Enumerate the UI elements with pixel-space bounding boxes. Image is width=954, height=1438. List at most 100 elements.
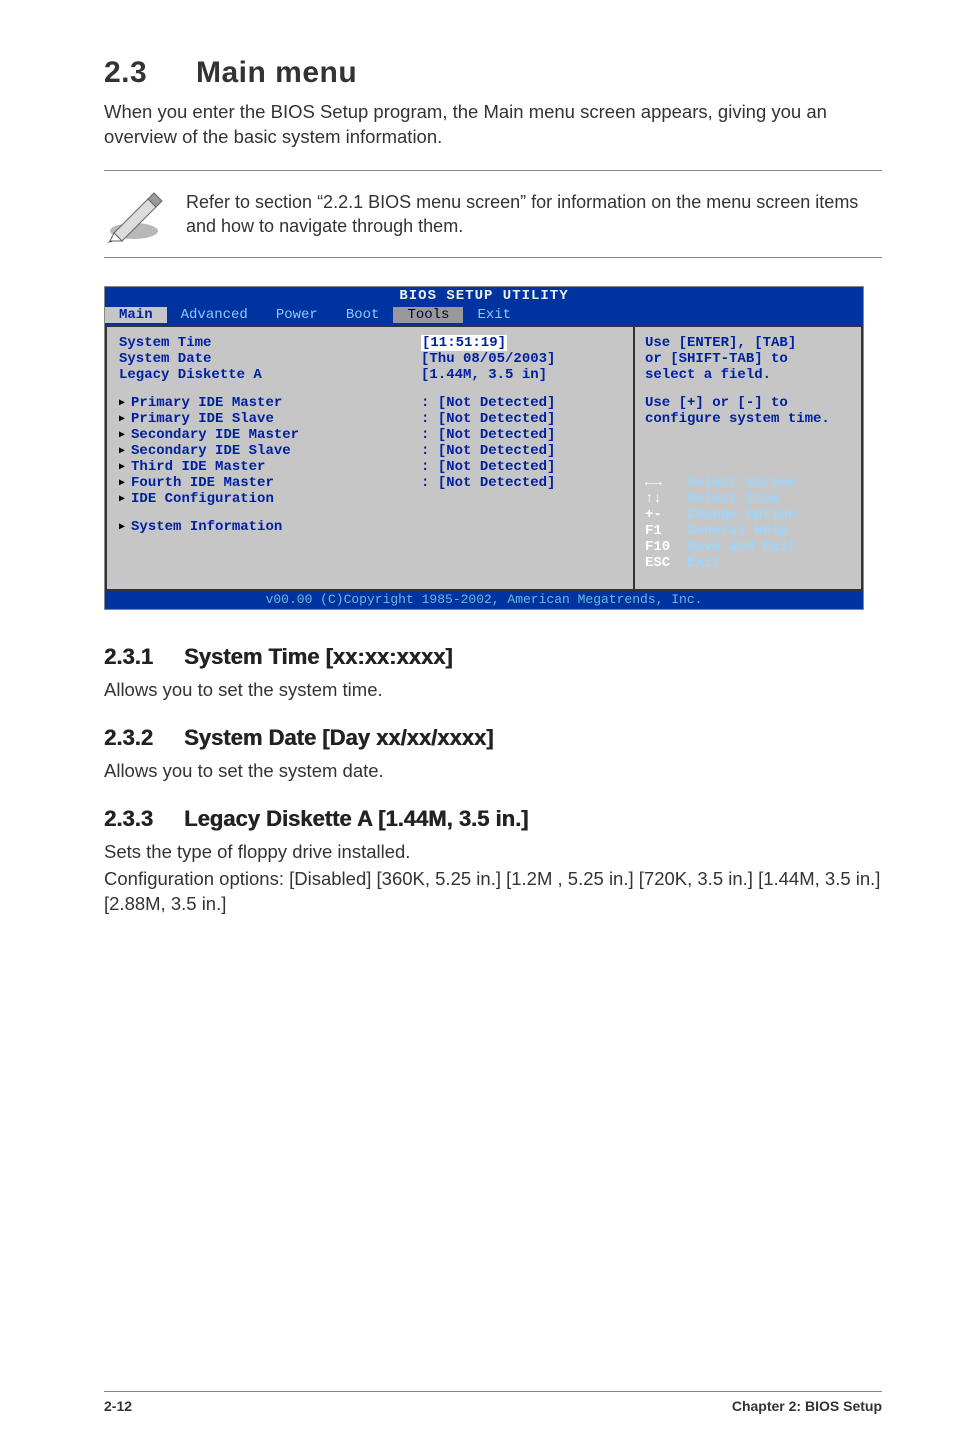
bios-screen: BIOS SETUP UTILITY Main Advanced Power B… [104,286,864,610]
sub-title: System Date [Day xx/xx/xxxx] [184,725,493,750]
bios-label: Secondary IDE Slave [131,443,421,459]
key: +- [645,507,687,523]
bios-field-ide-configuration[interactable]: ▶ IDE Configuration [119,491,621,507]
key-row: +-Change Option [645,507,851,523]
key: F10 [645,539,687,555]
subsection-heading-232: 2.3.2System Date [Day xx/xx/xxxx] [104,725,882,751]
bios-tab-main[interactable]: Main [105,307,167,323]
bios-value: [11:51:19] [421,335,507,351]
key-desc: Change Option [687,507,796,523]
key-row: F1General Help [645,523,851,539]
bios-value: : [Not Detected] [421,443,621,459]
bios-field-primary-ide-slave[interactable]: ▶ Primary IDE Slave : [Not Detected] [119,411,621,427]
bios-field-legacy-a[interactable]: Legacy Diskette A [1.44M, 3.5 in] [119,367,621,383]
bios-label: System Time [119,335,421,351]
sub-text: Allows you to set the system time. [104,678,882,703]
note-pencil-icon [104,185,168,243]
sub-text-line1: Sets the type of floppy drive installed. [104,840,882,865]
sub-title: Legacy Diskette A [1.44M, 3.5 in.] [184,806,528,831]
sub-number: 2.3.2 [104,725,184,751]
bios-footer: v00.00 (C)Copyright 1985-2002, American … [105,591,863,609]
bios-label: System Information [131,519,621,535]
bios-label: Primary IDE Slave [131,411,421,427]
key-desc: Select Item [687,491,779,507]
bios-field-secondary-ide-slave[interactable]: ▶ Secondary IDE Slave : [Not Detected] [119,443,621,459]
bios-label: Primary IDE Master [131,395,421,411]
bios-label: Secondary IDE Master [131,427,421,443]
bios-value: : [Not Detected] [421,475,621,491]
bios-label: Fourth IDE Master [131,475,421,491]
bios-field-primary-ide-master[interactable]: ▶ Primary IDE Master : [Not Detected] [119,395,621,411]
submenu-arrow-icon: ▶ [119,521,125,533]
key: ←→ [645,475,687,491]
section-title: Main menu [196,56,357,89]
bios-value: : [Not Detected] [421,395,621,411]
section-heading: 2.3Main menu [104,56,882,90]
help-line: select a field. [645,367,851,383]
bios-tab-tools[interactable]: Tools [393,307,463,323]
bios-label: IDE Configuration [131,491,621,507]
key: ESC [645,555,687,571]
bios-value: : [Not Detected] [421,459,621,475]
page-footer: 2-12 Chapter 2: BIOS Setup [104,1391,882,1414]
key-desc: Select Screen [687,475,796,491]
key-desc: Exit [687,555,721,571]
page-number: 2-12 [104,1398,132,1414]
bios-label: Third IDE Master [131,459,421,475]
note-text: Refer to section “2.2.1 BIOS menu screen… [186,190,882,239]
bios-help-text: Use [ENTER], [TAB] or [SHIFT-TAB] to sel… [645,335,851,427]
bios-value: [Thu 08/05/2003] [421,351,621,367]
bios-field-system-date[interactable]: System Date [Thu 08/05/2003] [119,351,621,367]
section-number: 2.3 [104,56,196,90]
bios-field-third-ide-master[interactable]: ▶ Third IDE Master : [Not Detected] [119,459,621,475]
bios-label: Legacy Diskette A [119,367,421,383]
subsection-heading-233: 2.3.3Legacy Diskette A [1.44M, 3.5 in.] [104,806,882,832]
bios-left-pane: System Time [11:51:19] System Date [Thu … [105,325,633,591]
help-line: Use [+] or [-] to [645,395,851,411]
bios-field-system-time[interactable]: System Time [11:51:19] [119,335,621,351]
help-line: Use [ENTER], [TAB] [645,335,851,351]
submenu-arrow-icon: ▶ [119,493,125,505]
bios-tab-exit[interactable]: Exit [463,307,525,323]
key: ↑↓ [645,491,687,507]
submenu-arrow-icon: ▶ [119,461,125,473]
submenu-arrow-icon: ▶ [119,429,125,441]
key-row: ←→Select Screen [645,475,851,491]
page: 2.3Main menu When you enter the BIOS Set… [0,0,954,1438]
sub-number: 2.3.3 [104,806,184,832]
bios-value: [1.44M, 3.5 in] [421,367,621,383]
bios-tab-power[interactable]: Power [262,307,332,323]
help-line: configure system time. [645,411,851,427]
intro-paragraph: When you enter the BIOS Setup program, t… [104,100,882,150]
submenu-arrow-icon: ▶ [119,445,125,457]
key-row: ESCExit [645,555,851,571]
bios-tab-advanced[interactable]: Advanced [167,307,262,323]
bios-field-secondary-ide-master[interactable]: ▶ Secondary IDE Master : [Not Detected] [119,427,621,443]
subsection-heading-231: 2.3.1System Time [xx:xx:xxxx] [104,644,882,670]
sub-number: 2.3.1 [104,644,184,670]
sub-text: Allows you to set the system date. [104,759,882,784]
bios-help-pane: Use [ENTER], [TAB] or [SHIFT-TAB] to sel… [633,325,863,591]
key-row: F10Save and Exit [645,539,851,555]
bios-body: System Time [11:51:19] System Date [Thu … [105,325,863,591]
note-box: Refer to section “2.2.1 BIOS menu screen… [104,170,882,258]
key-desc: Save and Exit [687,539,796,555]
bios-field-system-information[interactable]: ▶ System Information [119,519,621,535]
bios-key-legend: ←→Select Screen ↑↓Select Item +-Change O… [645,475,851,571]
sub-text-line2: Configuration options: [Disabled] [360K,… [104,867,882,917]
key: F1 [645,523,687,539]
submenu-arrow-icon: ▶ [119,397,125,409]
help-line: or [SHIFT-TAB] to [645,351,851,367]
bios-value: : [Not Detected] [421,411,621,427]
submenu-arrow-icon: ▶ [119,413,125,425]
key-row: ↑↓Select Item [645,491,851,507]
chapter-label: Chapter 2: BIOS Setup [732,1398,882,1414]
sub-title: System Time [xx:xx:xxxx] [184,644,453,669]
bios-field-fourth-ide-master[interactable]: ▶ Fourth IDE Master : [Not Detected] [119,475,621,491]
bios-tab-boot[interactable]: Boot [332,307,394,323]
submenu-arrow-icon: ▶ [119,477,125,489]
bios-label: System Date [119,351,421,367]
key-desc: General Help [687,523,788,539]
bios-menubar: Main Advanced Power Boot Tools Exit [105,305,863,325]
bios-title: BIOS SETUP UTILITY [105,287,863,305]
